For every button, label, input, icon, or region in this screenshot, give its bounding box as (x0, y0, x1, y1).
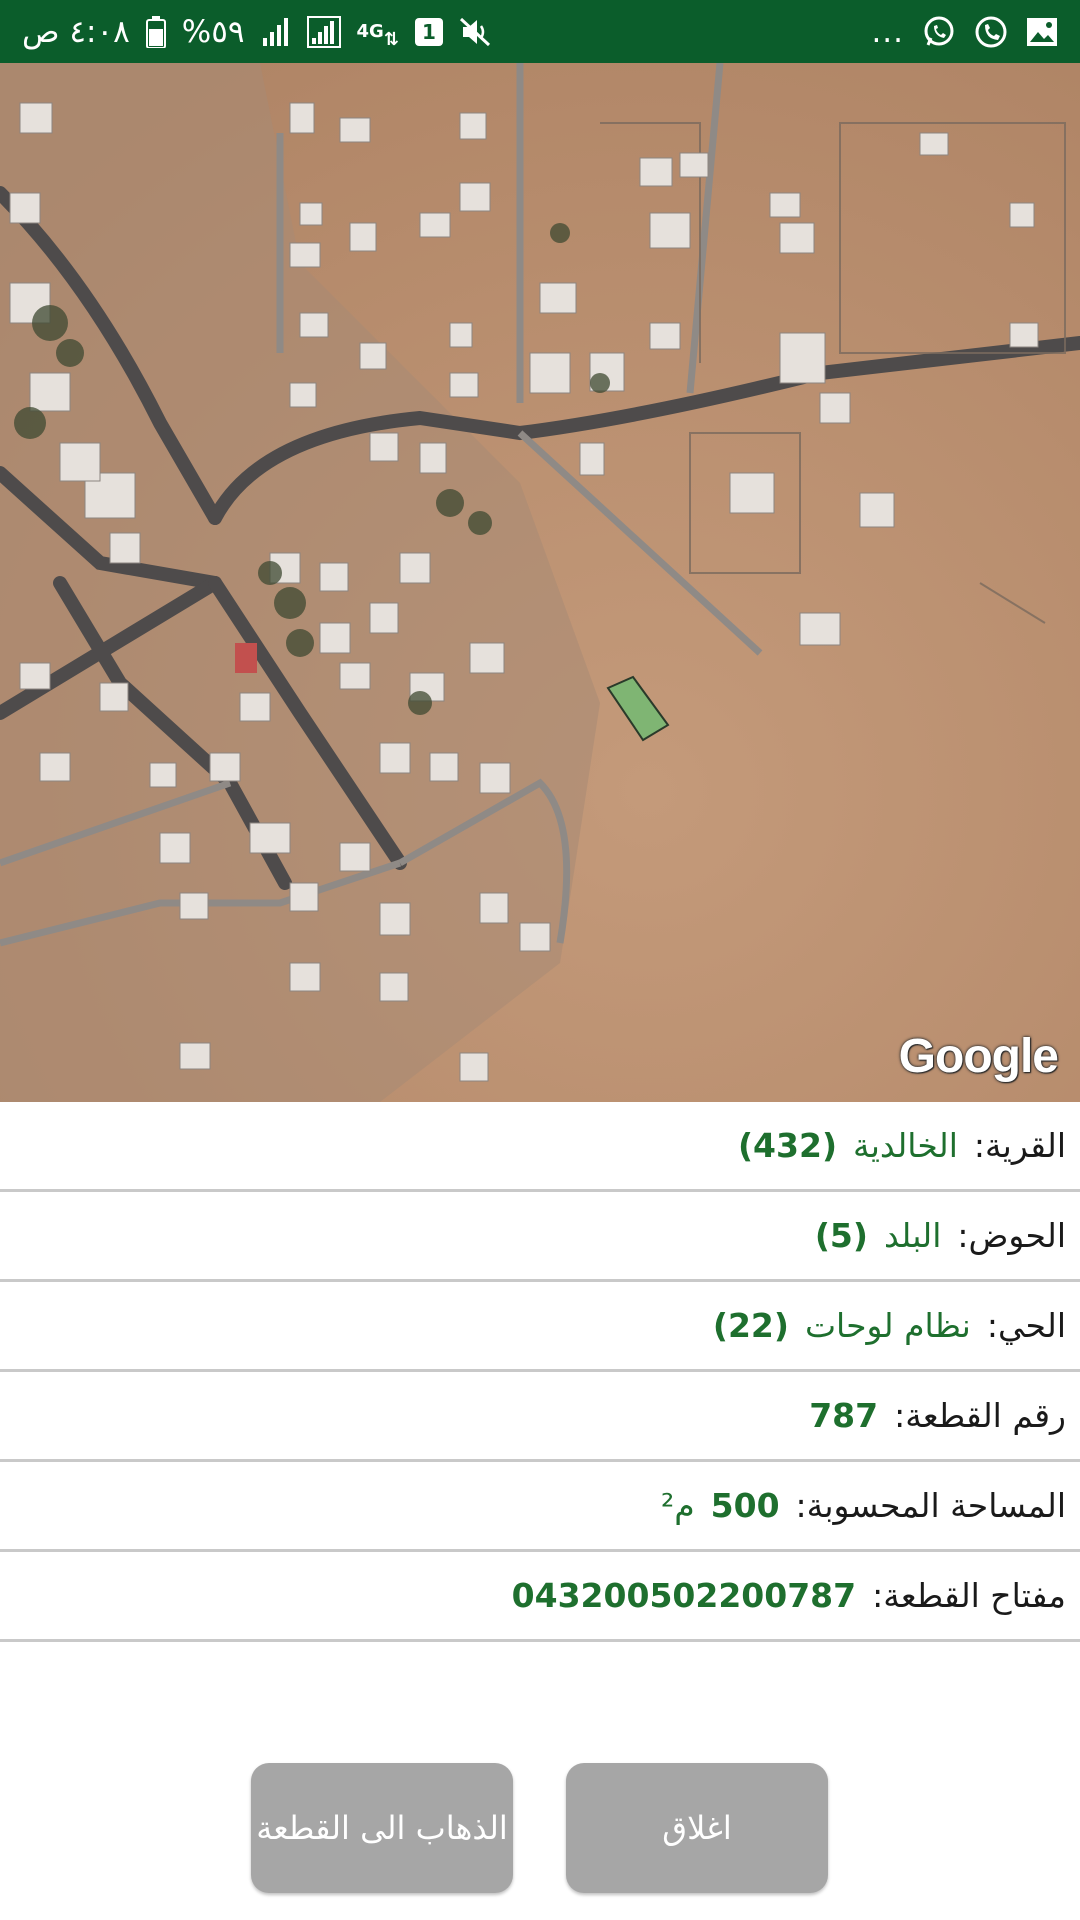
parcel-key-value: 043200502200787 (511, 1576, 857, 1615)
network-type-label: 4G (356, 20, 384, 42)
area-unit: م² (660, 1486, 695, 1525)
district-label: الحي: (986, 1306, 1066, 1345)
sim-1-icon: 1 (414, 17, 443, 46)
go-to-parcel-button[interactable]: الذهاب الى القطعة (251, 1763, 513, 1893)
village-name: الخالدية (853, 1126, 958, 1165)
parcel-info-list: القرية: الخالدية (432) الحوض: البلد (5) … (0, 1102, 1080, 1642)
parcel-number-row: رقم القطعة: 787 (0, 1372, 1080, 1462)
parcel-number-label: رقم القطعة: (894, 1396, 1066, 1435)
close-button[interactable]: اغلاق (566, 1763, 828, 1893)
parcel-number-value: 787 (809, 1396, 879, 1435)
basin-label: الحوض: (957, 1216, 1066, 1255)
whatsapp-icon (922, 15, 956, 49)
signal-icon (306, 15, 341, 48)
village-number: (432) (737, 1126, 838, 1165)
notification-more: ... (871, 13, 904, 50)
parcel-key-row: مفتاح القطعة: 043200502200787 (0, 1552, 1080, 1642)
satellite-map[interactable]: Google (0, 63, 1080, 1102)
district-number: (22) (712, 1306, 789, 1345)
phone-icon (974, 15, 1008, 49)
mute-icon (459, 16, 493, 48)
village-label: القرية: (973, 1126, 1066, 1165)
google-logo: Google (898, 1030, 1059, 1083)
basin-row: الحوض: البلد (5) (0, 1192, 1080, 1282)
district-row: الحي: نظام لوحات (22) (0, 1282, 1080, 1372)
area-label: المساحة المحسوبة: (795, 1486, 1066, 1525)
area-value: 500 (710, 1486, 780, 1525)
image-icon (1026, 17, 1058, 47)
status-bar: ٤:٠٨ ص %٥٩ 4G ⇅ 1 ... (0, 0, 1080, 63)
village-row: القرية: الخالدية (432) (0, 1102, 1080, 1192)
battery-icon (145, 15, 166, 48)
battery-percent: %٥٩ (181, 13, 245, 50)
4g-icon: 4G ⇅ (356, 20, 399, 50)
status-bar-right: ... (871, 14, 1058, 50)
basin-name: البلد (883, 1216, 942, 1255)
basin-number: (5) (814, 1216, 868, 1255)
map-imagery (0, 63, 1080, 1102)
parcel-key-label: مفتاح القطعة: (872, 1576, 1066, 1615)
district-name: نظام لوحات (804, 1306, 971, 1345)
status-bar-left: ٤:٠٨ ص %٥٩ 4G ⇅ 1 (22, 14, 493, 50)
area-row: المساحة المحسوبة: 500 م² (0, 1462, 1080, 1552)
status-time: ٤:٠٨ ص (22, 13, 130, 50)
signal-icon (261, 16, 291, 48)
